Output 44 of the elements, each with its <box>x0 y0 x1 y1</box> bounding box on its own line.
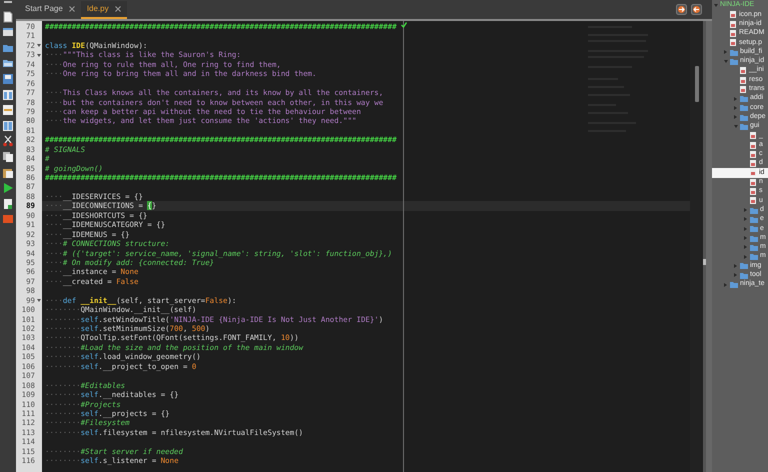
collapse-arrow-icon[interactable] <box>734 273 737 278</box>
fold-arrow-icon[interactable] <box>36 54 40 57</box>
collapse-arrow-icon[interactable] <box>734 106 737 110</box>
code-editor[interactable] <box>16 21 690 472</box>
arrow-button-icon[interactable] <box>676 4 687 15</box>
columns-icon[interactable] <box>2 88 14 101</box>
collapse-arrow-icon[interactable] <box>734 264 737 268</box>
scrollbar-thumb[interactable] <box>695 66 699 102</box>
collapse-arrow-icon[interactable] <box>744 226 747 231</box>
collapse-arrow-icon[interactable] <box>744 217 747 222</box>
collapse-arrow-icon[interactable] <box>724 282 727 287</box>
toolbar-handle[interactable] <box>4 1 12 3</box>
splitter-handle[interactable] <box>703 259 706 265</box>
close-icon[interactable] <box>114 6 121 12</box>
play-icon[interactable] <box>2 182 14 194</box>
collapse-arrow-icon[interactable] <box>734 115 737 120</box>
collapse-arrow-icon[interactable] <box>744 208 747 212</box>
close-icon[interactable] <box>68 6 75 12</box>
collapse-arrow-icon[interactable] <box>744 245 747 250</box>
tab-label[interactable]: Ide.py <box>86 3 109 15</box>
collapse-arrow-icon[interactable] <box>744 254 747 259</box>
editor-tab[interactable]: Start Page <box>19 1 81 19</box>
collapse-arrow-icon[interactable] <box>744 236 747 240</box>
copy-icon[interactable] <box>2 150 14 163</box>
save-icon[interactable] <box>2 72 14 85</box>
folder-icon[interactable] <box>2 57 14 70</box>
expand-arrow-icon[interactable] <box>714 4 718 8</box>
arrow-button-icon[interactable] <box>691 4 702 15</box>
tab-label[interactable]: Start Page <box>25 3 63 15</box>
paste-icon[interactable] <box>2 166 14 179</box>
editor-tab[interactable]: Ide.py <box>80 1 127 19</box>
fold-arrow-icon[interactable] <box>36 298 40 302</box>
rows-icon[interactable] <box>2 104 14 116</box>
expand-arrow-icon[interactable] <box>724 60 728 63</box>
expand-arrow-icon[interactable] <box>734 125 738 128</box>
new-file-icon[interactable] <box>2 10 14 23</box>
collapse-arrow-icon[interactable] <box>734 96 737 101</box>
window-icon[interactable] <box>2 26 14 38</box>
fold-arrow-icon[interactable] <box>36 44 40 48</box>
document-icon[interactable] <box>2 198 14 210</box>
collapse-arrow-icon[interactable] <box>724 50 727 54</box>
split-icon[interactable] <box>2 120 14 132</box>
scissors-icon[interactable] <box>2 135 14 148</box>
check-icon <box>401 22 407 28</box>
